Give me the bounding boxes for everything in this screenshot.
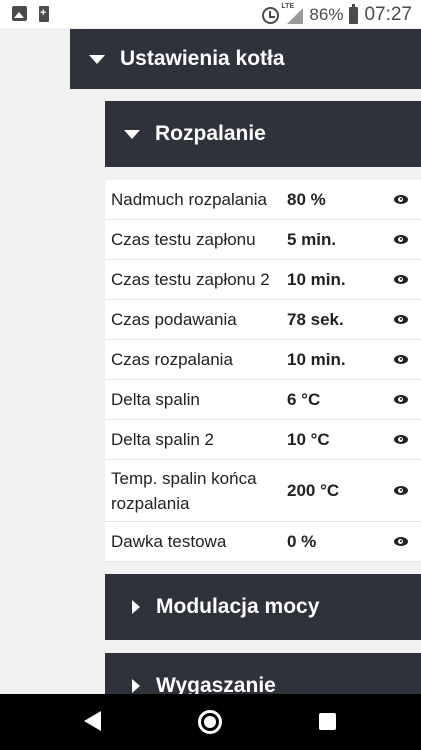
param-row[interactable]: Czas rozpalania 10 min. — [105, 340, 421, 380]
param-value: 10 min. — [287, 269, 346, 289]
param-value: 80 % — [287, 189, 326, 209]
eye-icon — [394, 435, 408, 444]
param-value: 78 sek. — [287, 309, 344, 329]
image-icon — [12, 6, 27, 21]
param-row[interactable]: Temp. spalin końca rozpalania 200 °C — [105, 460, 421, 522]
battery-percent: 86% — [309, 5, 344, 24]
eye-icon-button[interactable] — [381, 195, 421, 204]
param-value: 200 °C — [287, 480, 340, 500]
panel-title: Ustawienia kotła — [120, 47, 285, 70]
eye-icon-button[interactable] — [381, 486, 421, 495]
param-label: Czas testu zapłonu — [111, 230, 256, 249]
clock: 07:27 — [364, 4, 412, 25]
eye-icon — [394, 486, 408, 495]
param-row[interactable]: Nadmuch rozpalania 80 % — [105, 180, 421, 220]
param-row[interactable]: Czas testu zapłonu 5 min. — [105, 220, 421, 260]
param-row[interactable]: Czas podawania 78 sek. — [105, 300, 421, 340]
eye-icon — [394, 537, 408, 546]
home-icon[interactable] — [198, 710, 222, 734]
param-label: Delta spalin — [111, 390, 200, 409]
eye-icon — [394, 315, 408, 324]
param-label: Czas podawania — [111, 310, 237, 329]
section-header-rozpalanie[interactable]: Rozpalanie — [105, 101, 421, 167]
eye-icon-button[interactable] — [381, 435, 421, 444]
battery-icon — [349, 3, 359, 24]
param-row[interactable]: Delta spalin 2 10 °C — [105, 420, 421, 460]
eye-icon — [394, 395, 408, 404]
param-label: Nadmuch rozpalania — [111, 190, 267, 209]
eye-icon — [394, 355, 408, 364]
eye-icon-button[interactable] — [381, 235, 421, 244]
signal-icon: LTE — [281, 3, 304, 24]
section-title: Rozpalanie — [155, 122, 266, 145]
recent-apps-icon[interactable] — [319, 713, 336, 730]
eye-icon-button[interactable] — [381, 355, 421, 364]
param-row[interactable]: Delta spalin 6 °C — [105, 380, 421, 420]
eye-icon-button[interactable] — [381, 275, 421, 284]
eye-icon-button[interactable] — [381, 315, 421, 324]
param-label: Dawka testowa — [111, 532, 227, 551]
panel-header-ustawienia-kotla[interactable]: Ustawienia kotła — [70, 29, 421, 89]
param-value: 10 min. — [287, 349, 346, 369]
eye-icon — [394, 275, 408, 284]
back-icon[interactable] — [84, 711, 101, 731]
param-label: Czas testu zapłonu 2 — [111, 270, 270, 289]
alarm-icon — [262, 6, 280, 24]
param-label: Delta spalin 2 — [111, 430, 215, 449]
eye-icon — [394, 235, 408, 244]
navigation-bar — [0, 694, 421, 750]
param-label: Czas rozpalania — [111, 350, 233, 369]
param-value: 0 % — [287, 531, 317, 551]
param-row[interactable]: Czas testu zapłonu 2 10 min. — [105, 260, 421, 300]
eye-icon — [394, 195, 408, 204]
param-value: 6 °C — [287, 389, 321, 409]
caret-right-icon — [132, 679, 140, 693]
battery-charge-icon — [39, 6, 49, 22]
eye-icon-button[interactable] — [381, 395, 421, 404]
param-row[interactable]: Dawka testowa 0 % — [105, 522, 421, 562]
parameter-list: Nadmuch rozpalania 80 % Czas testu zapło… — [105, 180, 421, 562]
section-title: Modulacja mocy — [156, 595, 320, 618]
status-bar: LTE 86% 07:27 — [0, 0, 421, 28]
caret-down-icon — [124, 129, 140, 139]
section-header-modulacja-mocy[interactable]: Modulacja mocy — [105, 574, 421, 640]
param-value: 10 °C — [287, 429, 330, 449]
caret-down-icon — [89, 54, 105, 64]
caret-right-icon — [132, 600, 140, 614]
param-label: Temp. spalin końca rozpalania — [111, 468, 257, 513]
param-value: 5 min. — [287, 229, 337, 249]
eye-icon-button[interactable] — [381, 537, 421, 546]
